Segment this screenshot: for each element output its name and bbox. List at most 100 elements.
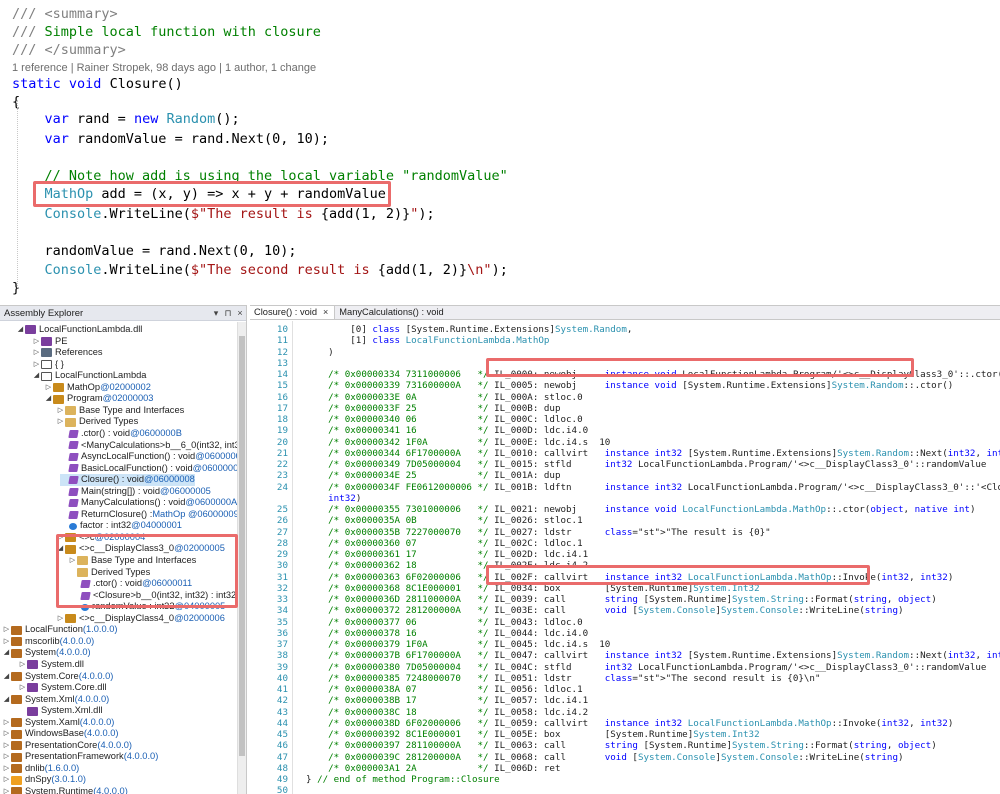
- line-number: 18: [276, 414, 288, 425]
- document-tab[interactable]: Closure() : void ×: [250, 306, 336, 319]
- assembly-explorer-header: Assembly Explorer ▾ ⊓ ×: [0, 306, 246, 321]
- collapsed-arrow-icon[interactable]: ▷: [44, 382, 53, 394]
- close-icon[interactable]: ×: [234, 308, 246, 318]
- collapsed-arrow-icon[interactable]: ▷: [2, 786, 11, 794]
- il-line-text: /* 0x00000340 06 */ IL_000C: ldloc.0: [328, 414, 583, 425]
- collapsed-arrow-icon[interactable]: ▷: [2, 728, 11, 740]
- indent-guide: [17, 100, 18, 288]
- tree-node[interactable]: BasicLocalFunction() : void @06000006: [60, 463, 243, 475]
- collapsed-arrow-icon[interactable]: ▷: [2, 717, 11, 729]
- tree-node-label: <ManyCalculations>b__6_0(int32, int32) :…: [81, 439, 247, 450]
- il-line: 42 /* 0x0000038B 17 */ IL_0057: ldc.i4.1: [250, 695, 1000, 706]
- expanded-arrow-icon[interactable]: ◢: [44, 393, 53, 405]
- line-number: 14: [276, 369, 288, 380]
- tree-node[interactable]: ▷ <>c__DisplayClass4_0 @02000006: [56, 613, 225, 625]
- tree-node[interactable]: Main(string[]) : void @06000005: [60, 486, 211, 498]
- il-line-text: /* 0x00000344 6F1700000A */ IL_0010: cal…: [328, 447, 1000, 459]
- tree-node[interactable]: ▷ Base Type and Interfaces: [56, 405, 184, 417]
- il-line: 22 /* 0x00000349 7D05000004 */ IL_0015: …: [250, 459, 1000, 470]
- tree-node[interactable]: ◢ System.Core (4.0.0.0): [2, 671, 113, 683]
- tree-node[interactable]: .ctor() : void @0600000B: [60, 428, 182, 440]
- method-icon: [68, 429, 79, 438]
- pin-icon[interactable]: ⊓: [222, 308, 234, 319]
- tree-node[interactable]: ▷ dnSpy (3.0.1.0): [2, 774, 86, 786]
- tree-node[interactable]: ▷ PE: [32, 336, 67, 348]
- expanded-arrow-icon[interactable]: ◢: [16, 324, 25, 336]
- collapsed-arrow-icon[interactable]: ▷: [2, 751, 11, 763]
- collapsed-arrow-icon[interactable]: ▷: [32, 336, 41, 348]
- document-tab[interactable]: ManyCalculations() : void: [335, 306, 449, 319]
- library-icon: [11, 637, 22, 647]
- tree-node[interactable]: ▷ PresentationFramework (4.0.0.0): [2, 751, 158, 763]
- tree-node[interactable]: ▷ MathOp @02000002: [44, 382, 151, 394]
- tree-node-token: @0600000A: [185, 497, 238, 508]
- il-line: 37 /* 0x00000379 1F0A */ IL_0045: ldc.i4…: [250, 639, 1000, 650]
- collapsed-arrow-icon[interactable]: ▷: [18, 659, 27, 671]
- library-icon: [11, 729, 22, 739]
- collapsed-arrow-icon[interactable]: ▷: [18, 682, 27, 694]
- tree-node[interactable]: ReturnClosure() : MathOp @06000009: [60, 509, 239, 521]
- tree-node[interactable]: ◢ Program @02000003: [44, 393, 153, 405]
- il-line-text: /* 0x0000034F FE0612000006 */ IL_001B: l…: [328, 481, 1000, 493]
- collapsed-arrow-icon[interactable]: ▷: [2, 740, 11, 752]
- tree-node[interactable]: ◢ LocalFunctionLambda: [32, 370, 146, 382]
- tree-node[interactable]: Closure() : void @06000008: [60, 474, 195, 486]
- tree-node[interactable]: ▷ { }: [32, 359, 64, 371]
- line-number: 43: [276, 706, 288, 718]
- expanded-arrow-icon[interactable]: ◢: [2, 647, 11, 659]
- tree-node[interactable]: <ManyCalculations>b__6_0(int32, int32) :…: [60, 439, 247, 452]
- tree-node[interactable]: ▷ PresentationCore (4.0.0.0): [2, 740, 132, 752]
- dropdown-icon[interactable]: ▾: [210, 308, 222, 319]
- tree-node[interactable]: ◢ LocalFunctionLambda.dll: [16, 324, 142, 336]
- line-number: 42: [276, 695, 288, 707]
- il-line-text: /* 0x00000361 17 */ IL_002D: ldc.i4.1: [328, 549, 589, 560]
- tree-node[interactable]: ManyCalculations() : void @0600000A: [60, 497, 237, 509]
- expanded-arrow-icon[interactable]: ◢: [2, 671, 11, 683]
- tree-node-label: dnSpy: [25, 774, 52, 785]
- line-number: 24: [276, 481, 288, 493]
- tree-node[interactable]: ▷ mscorlib (4.0.0.0): [2, 636, 94, 648]
- codelens-info[interactable]: 1 reference | Rainer Stropek, 98 days ag…: [12, 62, 316, 74]
- tree-node[interactable]: ▷ dnlib (1.6.0.0): [2, 763, 79, 775]
- explorer-scrollbar[interactable]: [237, 322, 246, 794]
- tree-node[interactable]: ▷ System.dll: [18, 659, 84, 671]
- il-line-text: /* 0x0000035B 7227000070 */ IL_0027: lds…: [328, 526, 771, 538]
- tree-node[interactable]: System.Xml.dll: [18, 705, 102, 717]
- tree-node[interactable]: ▷ LocalFunction (1.0.0.0): [2, 624, 118, 636]
- tree-node-token: @06000006: [192, 462, 244, 473]
- collapsed-arrow-icon[interactable]: ▷: [32, 347, 41, 359]
- assembly-icon: [25, 325, 36, 335]
- expanded-arrow-icon[interactable]: ◢: [2, 694, 11, 706]
- close-tab-icon[interactable]: ×: [323, 306, 328, 319]
- tree-node[interactable]: ◢ System.Xml (4.0.0.0): [2, 694, 109, 706]
- collapsed-arrow-icon[interactable]: ▷: [2, 624, 11, 636]
- collapsed-arrow-icon[interactable]: ▷: [32, 359, 41, 371]
- class-icon: [53, 383, 64, 393]
- collapsed-arrow-icon[interactable]: ▷: [56, 405, 65, 417]
- tree-node-label: PresentationCore: [25, 739, 98, 750]
- collapsed-arrow-icon[interactable]: ▷: [2, 774, 11, 786]
- collapsed-arrow-icon[interactable]: ▷: [56, 613, 65, 625]
- tree-node[interactable]: ▷ References: [32, 347, 103, 359]
- il-line-text: /* 0x0000038D 6F02000006 */ IL_0059: cal…: [328, 717, 954, 729]
- il-line-text: /* 0x00000360 07 */ IL_002C: ldloc.1: [328, 537, 583, 549]
- tree-node-token: (4.0.0.0): [83, 728, 119, 739]
- collapsed-arrow-icon[interactable]: ▷: [2, 763, 11, 775]
- tree-node[interactable]: ▷ System.Core.dll: [18, 682, 107, 694]
- tree-node-label: ManyCalculations() : void: [81, 497, 186, 508]
- source-code-editor: /// <summary> /// Simple local function w…: [0, 0, 1000, 298]
- expanded-arrow-icon[interactable]: ◢: [32, 370, 41, 382]
- tree-node[interactable]: ▷ Derived Types: [56, 416, 138, 428]
- line-number: 47: [276, 751, 288, 763]
- tree-node[interactable]: ▷ WindowsBase (4.0.0.0): [2, 728, 119, 740]
- collapsed-arrow-icon[interactable]: ▷: [56, 416, 65, 428]
- tree-node[interactable]: ▷ System.Runtime (4.0.0.0): [2, 786, 128, 794]
- namespace-icon: [41, 360, 52, 370]
- tree-node[interactable]: ◢ System (4.0.0.0): [2, 647, 91, 659]
- collapsed-arrow-icon[interactable]: ▷: [2, 636, 11, 648]
- tree-node-token: (4.0.0.0): [93, 786, 128, 794]
- tree-node[interactable]: factor : int32 @04000001: [60, 520, 182, 532]
- tree-node[interactable]: ▷ System.Xaml (4.0.0.0): [2, 717, 114, 729]
- highlight-box-invoke: [486, 565, 870, 585]
- tree-node[interactable]: AsyncLocalFunction() : void @06000007: [60, 451, 246, 463]
